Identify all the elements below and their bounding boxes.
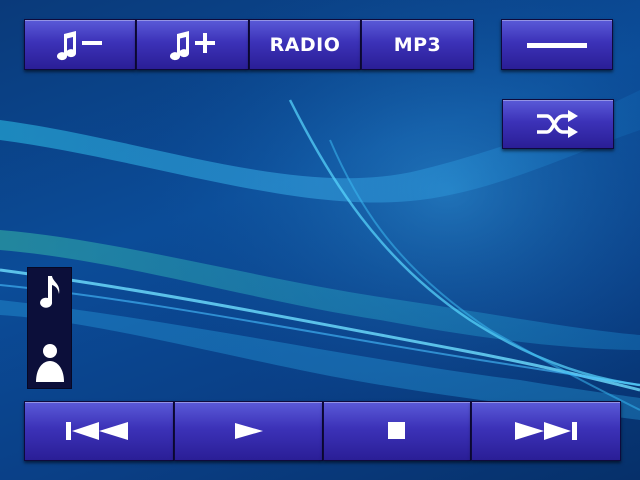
- side-panel-item-music[interactable]: [28, 272, 71, 312]
- user-icon: [35, 344, 64, 382]
- music-note-icon: [39, 276, 59, 308]
- shuffle-button[interactable]: [502, 99, 614, 149]
- volume-up-button[interactable]: [136, 19, 249, 70]
- shuffle-icon: [537, 110, 578, 138]
- mp3-button[interactable]: MP3: [361, 19, 474, 70]
- mp3-label: MP3: [393, 33, 442, 56]
- radio-label: RADIO: [269, 33, 341, 56]
- side-panel-item-user[interactable]: [28, 340, 71, 384]
- menu-dash-icon: [527, 42, 587, 48]
- music-note-minus-icon: [57, 30, 102, 60]
- next-track-button[interactable]: [471, 401, 621, 461]
- play-button[interactable]: [174, 401, 323, 461]
- stop-icon: [388, 422, 405, 439]
- play-icon: [234, 423, 263, 439]
- radio-button[interactable]: RADIO: [249, 19, 361, 70]
- music-note-plus-icon: [169, 30, 215, 60]
- side-panel: [27, 267, 72, 389]
- previous-track-icon: [66, 422, 128, 440]
- volume-down-button[interactable]: [24, 19, 136, 70]
- next-track-icon: [515, 422, 577, 440]
- menu-button[interactable]: [501, 19, 613, 70]
- stop-button[interactable]: [323, 401, 471, 461]
- previous-track-button[interactable]: [24, 401, 174, 461]
